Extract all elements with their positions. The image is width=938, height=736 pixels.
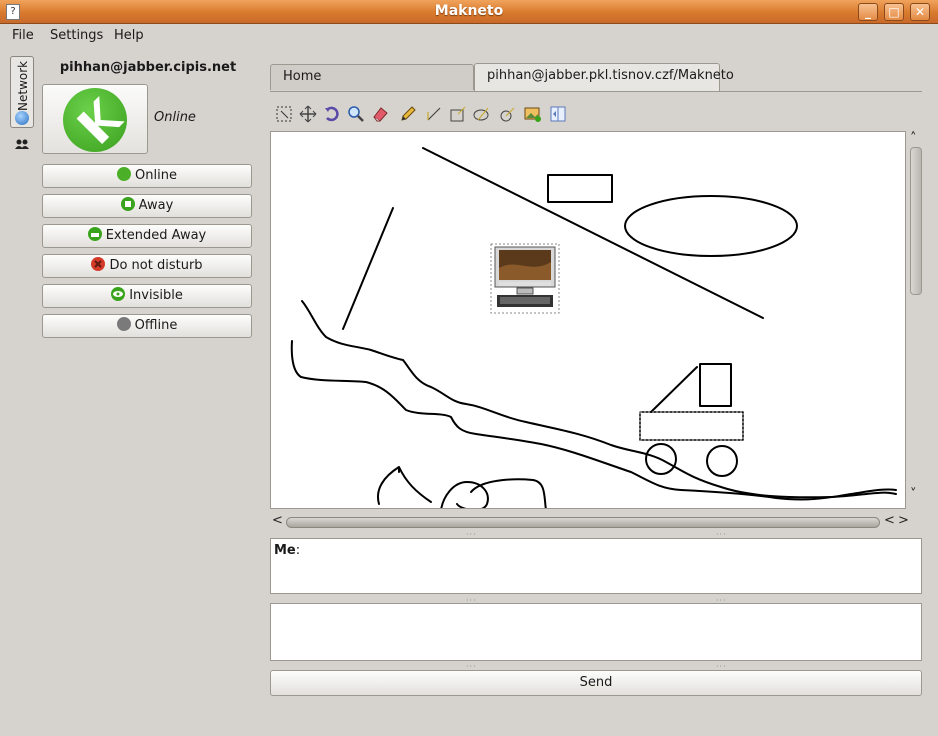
tab-home[interactable]: Home	[270, 64, 474, 90]
globe-icon	[15, 111, 29, 125]
drawn-long-line	[422, 147, 764, 319]
tab-panel-border	[270, 91, 922, 92]
extended-away-button[interactable]: Extended Away	[42, 224, 252, 248]
line-icon[interactable]	[424, 104, 444, 124]
drawn-short-line	[342, 207, 394, 330]
drawn-truck-arm	[650, 366, 698, 413]
online-button-label: Online	[135, 168, 177, 183]
horizontal-scrollbar[interactable]: < < >	[270, 512, 922, 532]
close-button[interactable]: ✕	[910, 3, 930, 21]
tab-chat-session-label: pihhan@jabber.pkl.tisnov.czf/Makneto	[487, 68, 734, 83]
flip-icon[interactable]	[548, 104, 568, 124]
rotate-icon[interactable]	[322, 104, 342, 124]
circle-icon[interactable]	[497, 104, 517, 124]
drawn-rectangle	[547, 174, 613, 203]
computer-clipart	[490, 243, 560, 314]
away-button-label: Away	[138, 198, 174, 213]
menu-help[interactable]: Help	[114, 28, 144, 43]
offline-button[interactable]: Offline	[42, 314, 252, 338]
message-input[interactable]	[270, 603, 922, 661]
send-button[interactable]: Send	[270, 670, 922, 696]
select-icon[interactable]	[274, 104, 294, 124]
offline-button-label: Offline	[134, 318, 178, 333]
move-icon[interactable]	[298, 104, 318, 124]
eraser-icon[interactable]	[370, 104, 390, 124]
network-tab-label: Network	[16, 60, 30, 111]
drawn-truck-cab	[699, 363, 732, 407]
menu-settings[interactable]: Settings	[50, 28, 103, 43]
drawn-wheel-right	[706, 445, 738, 477]
scroll-right-icon[interactable]: >	[898, 513, 909, 528]
drawn-ellipse	[624, 195, 798, 257]
do-not-disturb-button-label: Do not disturb	[109, 258, 203, 273]
send-button-label: Send	[579, 675, 613, 690]
vertical-scrollbar[interactable]: ˄ ˅	[908, 131, 922, 509]
online-button[interactable]: Online	[42, 164, 252, 188]
ellipse-icon[interactable]	[472, 104, 492, 124]
tab-chat-session[interactable]: pihhan@jabber.pkl.tisnov.czf/Makneto	[474, 63, 734, 91]
scroll-left-alt-icon[interactable]: <	[884, 513, 895, 528]
invisible-button[interactable]: Invisible	[42, 284, 252, 308]
network-side-tab[interactable]: Network	[10, 56, 34, 128]
rectangle-icon[interactable]	[448, 104, 468, 124]
horizontal-scroll-thumb[interactable]	[286, 517, 880, 528]
drawn-bottom-loops	[440, 478, 547, 508]
scroll-down-icon[interactable]: ˅	[910, 487, 917, 502]
offline-icon	[116, 317, 131, 331]
do-not-disturb-button[interactable]: Do not disturb	[42, 254, 252, 278]
dnd-icon	[91, 257, 106, 271]
online-status-icon	[63, 88, 127, 152]
vertical-scroll-thumb[interactable]	[910, 147, 922, 295]
online-icon	[117, 167, 132, 181]
chat-log: Me:	[270, 538, 922, 594]
minimize-button[interactable]: _	[858, 3, 878, 21]
chat-separator: :	[295, 543, 301, 558]
current-status-text: Online	[154, 110, 196, 125]
drawn-lower-curve	[290, 340, 897, 501]
whiteboard-canvas[interactable]	[270, 131, 906, 509]
drawn-truck-body	[639, 411, 744, 441]
title-bar: ? Makneto _ □ ✕	[0, 0, 938, 24]
contacts-icon[interactable]	[14, 138, 30, 153]
scroll-left-icon[interactable]: <	[272, 513, 283, 528]
menu-file[interactable]: File	[12, 28, 34, 43]
invisible-button-label: Invisible	[129, 288, 183, 303]
zoom-icon[interactable]	[346, 104, 366, 124]
away-icon	[120, 197, 135, 211]
chat-message: Me:	[274, 543, 300, 558]
scroll-up-icon[interactable]: ˄	[910, 131, 917, 146]
extended-away-icon	[87, 227, 102, 241]
tab-home-label: Home	[283, 69, 322, 84]
menu-bar: File Settings Help	[0, 24, 938, 48]
away-button[interactable]: Away	[42, 194, 252, 218]
drawn-bottom-left-scribble	[377, 466, 432, 505]
account-jid: pihhan@jabber.cipis.net	[59, 60, 237, 75]
chat-sender: Me	[274, 543, 296, 558]
invisible-icon	[111, 287, 126, 301]
insert-image-icon[interactable]	[523, 104, 543, 124]
window-title: Makneto	[434, 3, 504, 19]
drawn-upper-curve	[301, 300, 897, 499]
status-avatar-button[interactable]	[42, 84, 148, 154]
maximize-button[interactable]: □	[884, 3, 904, 21]
extended-away-button-label: Extended Away	[105, 228, 207, 243]
pencil-icon[interactable]	[398, 104, 418, 124]
